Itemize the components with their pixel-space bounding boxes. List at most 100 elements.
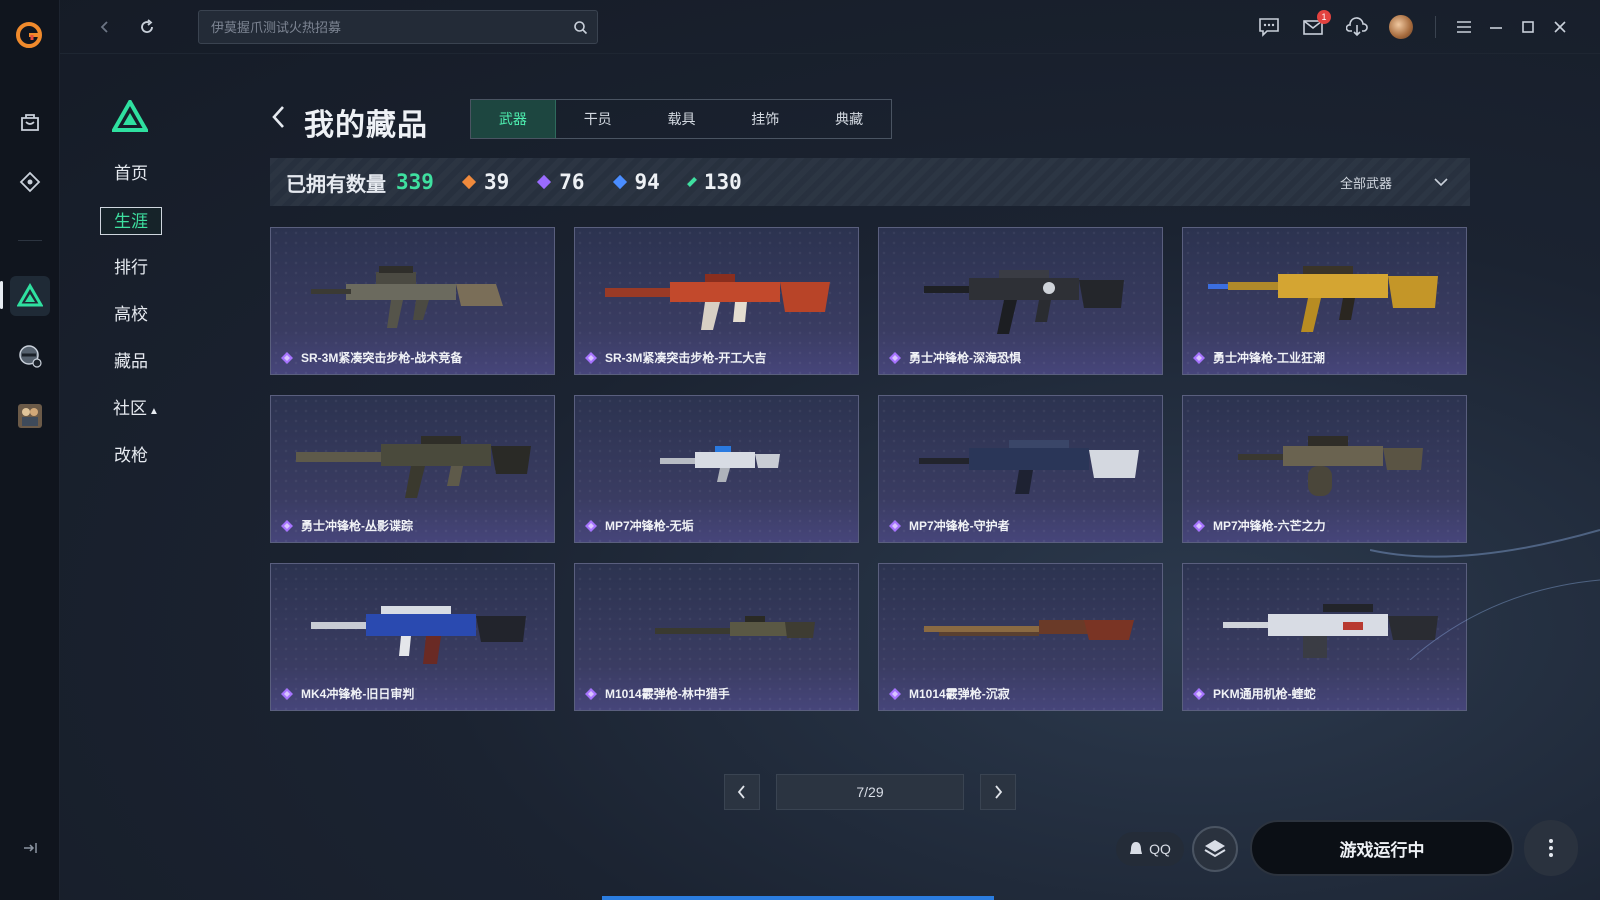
refresh-icon[interactable] — [132, 12, 162, 42]
card-name-row: SR-3M紧凑突击步枪-战术竞备 — [281, 349, 462, 366]
game-running-button[interactable]: 游戏运行中 — [1250, 820, 1514, 876]
card-weapon-name: MK4冲锋枪-旧日审判 — [301, 687, 415, 701]
card-weapon-name: 勇士冲锋枪-深海恐惧 — [909, 351, 1021, 365]
smg-gold-icon — [1208, 266, 1438, 332]
game-tag-icon[interactable] — [10, 162, 50, 202]
qq-label: QQ — [1149, 841, 1171, 857]
owned-stats-bar: 已拥有数量 339 39 76 94 130 全部武器 — [270, 158, 1470, 206]
subnav-item-ranking[interactable]: 排行 — [100, 254, 162, 282]
search-input[interactable] — [199, 19, 563, 35]
shotgun-wood-icon — [924, 620, 1134, 640]
next-page-button[interactable] — [980, 774, 1016, 810]
mail-icon[interactable]: 1 — [1299, 10, 1331, 41]
minimize-icon[interactable] — [1482, 13, 1510, 41]
penguin-icon — [1130, 842, 1143, 854]
tab-collection[interactable]: 典藏 — [807, 100, 891, 138]
card-name-row: M1014霰弹枪-沉寂 — [889, 685, 1010, 702]
weapon-card[interactable]: 勇士冲锋枪-工业狂潮 — [1182, 227, 1467, 375]
weapon-card[interactable]: 勇士冲锋枪-深海恐惧 — [878, 227, 1163, 375]
smg-black-icon — [924, 270, 1124, 334]
menu-icon[interactable] — [1450, 13, 1478, 41]
app-logo-icon[interactable] — [14, 20, 44, 50]
user-avatar[interactable] — [1387, 13, 1415, 41]
shotgun-camo-icon — [655, 616, 815, 638]
collection-tabs: 武器 干员 载具 挂饰 典藏 — [470, 99, 892, 139]
prev-page-button[interactable] — [724, 774, 760, 810]
weapon-card[interactable]: MK4冲锋枪-旧日审判 — [270, 563, 555, 711]
vertical-dots-icon — [1549, 839, 1553, 857]
weapon-card[interactable]: 勇士冲锋枪-丛影谍踪 — [270, 395, 555, 543]
search-icon[interactable] — [563, 10, 597, 44]
delta-force-game-icon[interactable] — [10, 276, 50, 316]
download-icon[interactable] — [1343, 13, 1371, 41]
mail-badge: 1 — [1317, 10, 1331, 24]
rarity-gem-icon — [889, 519, 901, 532]
store-bag-icon[interactable] — [10, 102, 50, 142]
collapse-sidebar-icon[interactable] — [18, 836, 42, 860]
stat-orange-value: 39 — [483, 170, 510, 194]
weapon-card[interactable]: SR-3M紧凑突击步枪-战术竞备 — [270, 227, 555, 375]
rarity-gem-icon — [1193, 351, 1205, 364]
weapon-card[interactable]: MP7冲锋枪-守护者 — [878, 395, 1163, 543]
subnav-item-community[interactable]: 社区 ▲ — [100, 395, 172, 423]
subnav-item-college[interactable]: 高校 — [100, 301, 162, 329]
tab-charms[interactable]: 挂饰 — [723, 100, 807, 138]
rarity-gem-icon — [281, 519, 293, 532]
rarity-gem-icon — [585, 519, 597, 532]
tab-operators[interactable]: 干员 — [556, 100, 640, 138]
title-back-icon[interactable] — [270, 103, 290, 131]
weapon-card[interactable]: M1014霰弹枪-沉寂 — [878, 563, 1163, 711]
weapon-filter-label: 全部武器 — [1339, 175, 1392, 191]
tab-vehicles[interactable]: 载具 — [640, 100, 724, 138]
delta-force-logo-icon — [112, 100, 148, 132]
rarity-gem-icon — [281, 351, 293, 364]
card-weapon-name: 勇士冲锋枪-工业狂潮 — [1213, 351, 1325, 365]
rarity-gem-icon — [1193, 687, 1205, 700]
topbar-divider — [1435, 16, 1436, 38]
weapon-card[interactable]: M1014霰弹枪-林中猎手 — [574, 563, 859, 711]
weapon-card[interactable]: MP7冲锋枪-无垢 — [574, 395, 859, 543]
close-icon[interactable] — [1546, 13, 1574, 41]
mp7-navy-icon — [919, 440, 1139, 494]
card-weapon-name: MP7冲锋枪-守护者 — [909, 519, 1010, 533]
subnav-item-gunsmith[interactable]: 改枪 — [100, 442, 162, 470]
card-weapon-name: M1014霰弹枪-沉寂 — [909, 687, 1010, 701]
card-weapon-name: PKM通用机枪-蝰蛇 — [1213, 687, 1316, 701]
accelerator-icon[interactable] — [1192, 826, 1238, 872]
game-helmet-icon[interactable] — [10, 336, 50, 376]
subnav-item-career[interactable]: 生涯 — [100, 207, 162, 235]
owned-count-label: 已拥有数量 — [286, 173, 386, 196]
chevron-up-icon: ▲ — [149, 406, 159, 417]
card-weapon-name: SR-3M紧凑突击步枪-开工大吉 — [605, 351, 767, 365]
card-name-row: 勇士冲锋枪-丛影谍踪 — [281, 517, 413, 534]
chevron-right-icon — [995, 785, 1003, 799]
green-marker-icon — [686, 177, 697, 187]
rifle-red-icon — [605, 274, 830, 330]
stat-orange: 39 — [461, 170, 510, 194]
tab-weapons[interactable]: 武器 — [471, 100, 556, 138]
mp7-white-icon — [660, 446, 780, 482]
mk4-blue-icon — [311, 606, 526, 664]
card-name-row: MP7冲锋枪-六芒之力 — [1193, 517, 1326, 534]
purple-diamond-icon — [537, 174, 552, 190]
card-name-row: MP7冲锋枪-无垢 — [585, 517, 694, 534]
page-indicator[interactable]: 7/29 — [776, 774, 964, 810]
subnav-item-home[interactable]: 首页 — [100, 160, 162, 188]
search-box — [198, 10, 598, 44]
subnav-item-collection[interactable]: 藏品 — [100, 348, 162, 376]
back-arrow-icon[interactable] — [90, 12, 120, 42]
card-name-row: MK4冲锋枪-旧日审判 — [281, 685, 414, 702]
card-name-row: SR-3M紧凑突击步枪-开工大吉 — [585, 349, 766, 366]
smg-camo-icon — [296, 436, 531, 498]
maximize-icon[interactable] — [1514, 13, 1542, 41]
avatar-image — [1389, 15, 1413, 39]
more-options-button[interactable] — [1524, 820, 1578, 876]
stat-purple-value: 76 — [559, 170, 585, 194]
chat-icon[interactable] — [1255, 13, 1283, 41]
progress-accent-line — [602, 896, 994, 900]
card-name-row: MP7冲锋枪-守护者 — [889, 517, 1010, 534]
game-characters-icon[interactable] — [10, 396, 50, 436]
qq-button[interactable]: QQ — [1116, 832, 1184, 866]
weapon-card[interactable]: SR-3M紧凑突击步枪-开工大吉 — [574, 227, 859, 375]
weapon-filter-dropdown[interactable]: 全部武器 — [1340, 158, 1448, 206]
